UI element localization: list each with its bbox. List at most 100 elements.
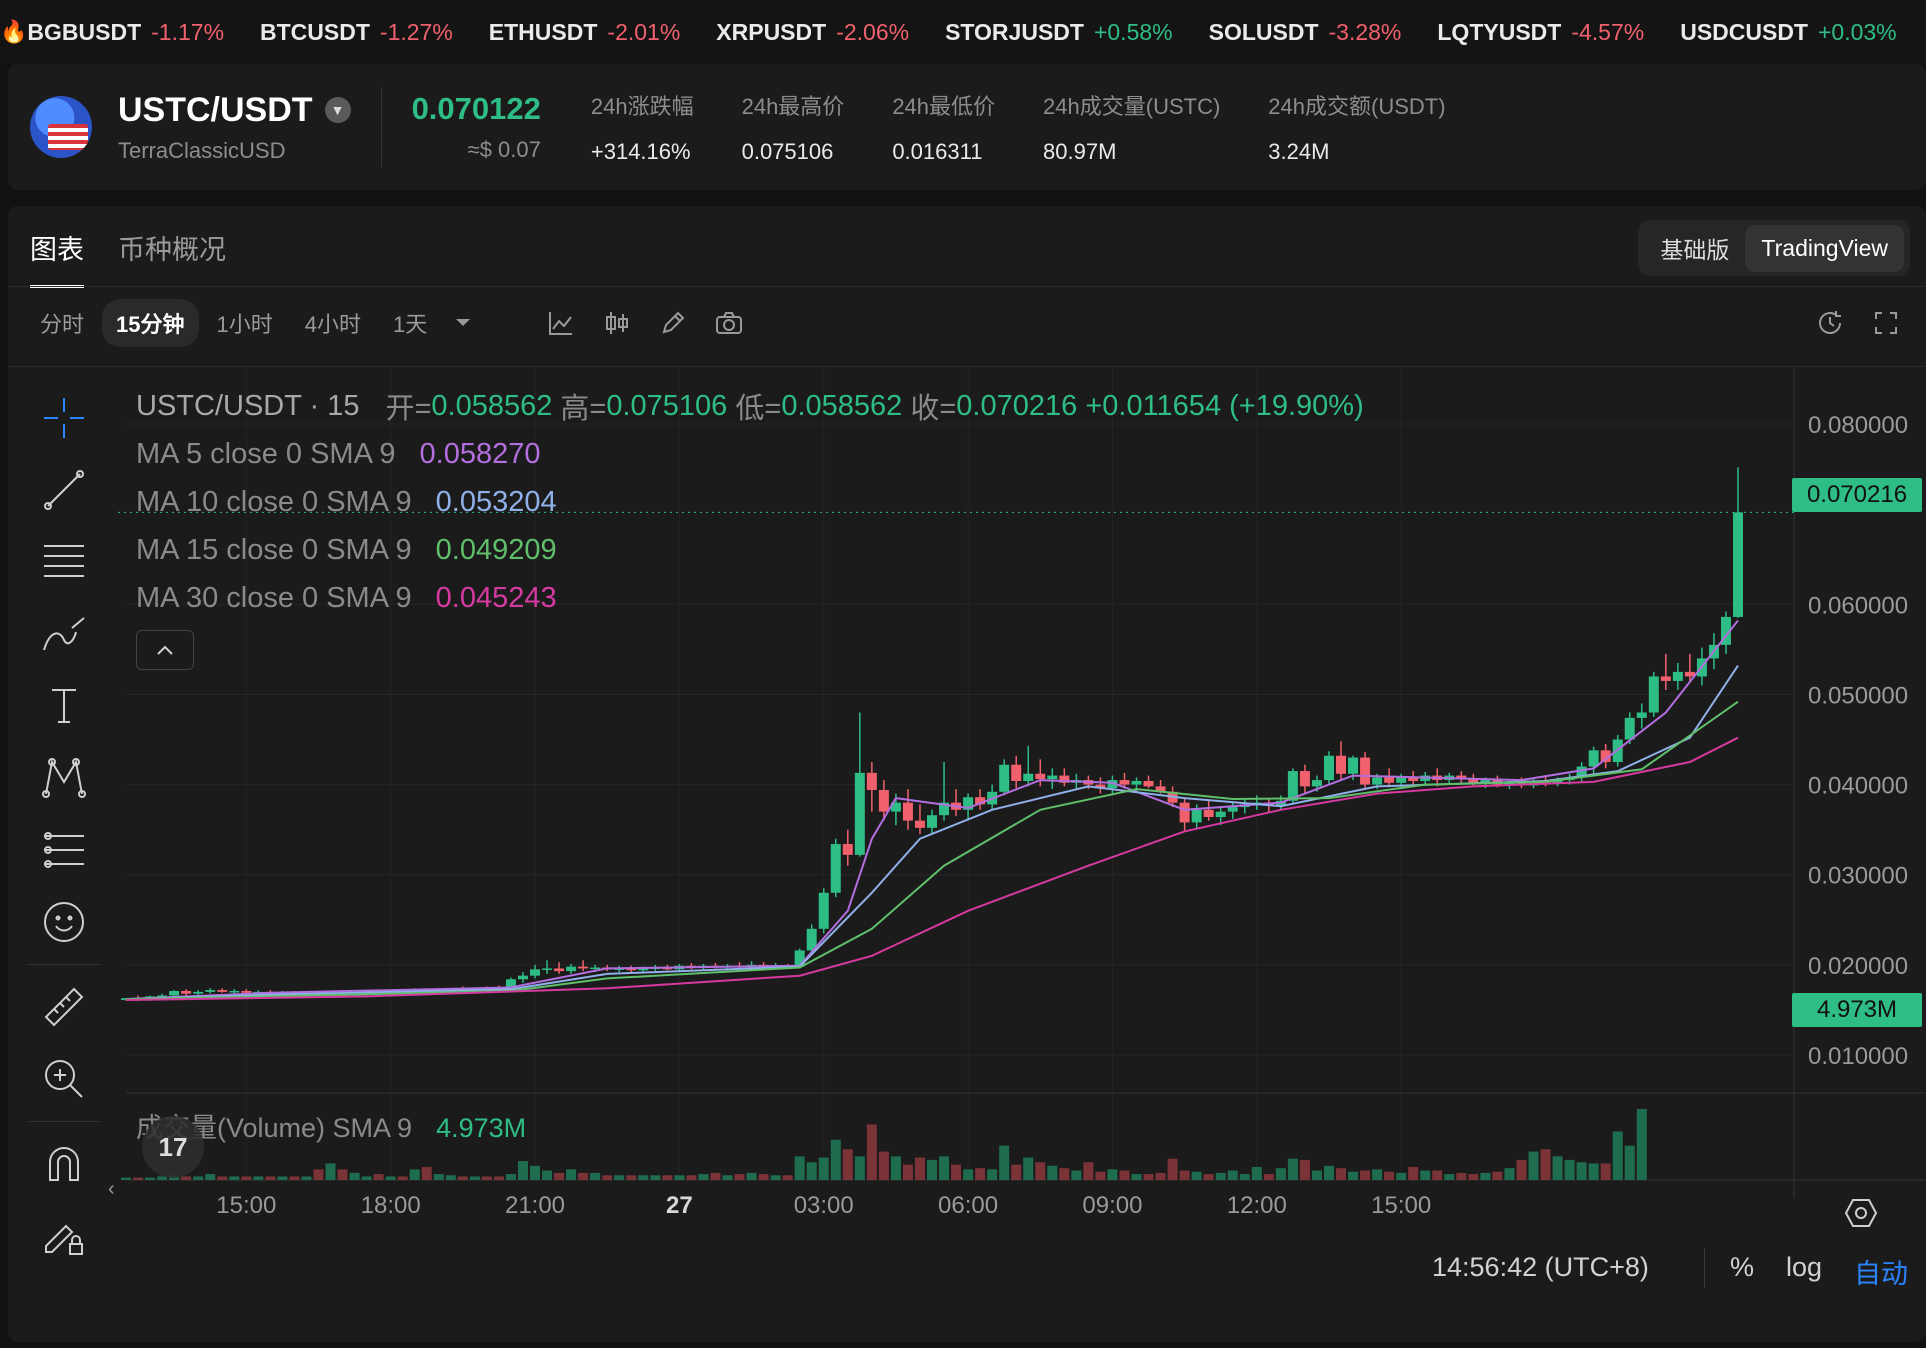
ticker-item[interactable]: USDCUSDT +0.03% bbox=[1680, 19, 1896, 46]
volume-bar bbox=[301, 1176, 312, 1180]
auto-scale-toggle[interactable]: 自动 bbox=[1854, 1252, 1908, 1291]
ticker-item[interactable]: ETHUSDT -2.01% bbox=[489, 19, 681, 46]
volume-bar bbox=[854, 1156, 865, 1180]
volume-bar bbox=[505, 1174, 516, 1180]
fullscreen-icon[interactable] bbox=[1866, 303, 1906, 343]
divider bbox=[28, 1121, 100, 1122]
candle-body bbox=[217, 990, 228, 992]
ruler-icon[interactable] bbox=[28, 971, 100, 1043]
ticker-symbol[interactable]: SOLUSDT bbox=[1209, 19, 1319, 46]
ma-legend-row: MA 5 close 0 SMA 9 0.058270 bbox=[136, 430, 1364, 478]
x-tick-label: 27 bbox=[666, 1192, 693, 1219]
ticker-item[interactable]: STORJUSDT +0.58% bbox=[945, 19, 1173, 46]
ma-value: 0.045243 bbox=[435, 581, 557, 614]
scroll-left-icon[interactable]: ‹ bbox=[108, 1178, 115, 1201]
volume-bar bbox=[770, 1175, 781, 1180]
ma-legend: MA 5 close 0 SMA 9 0.058270 MA 10 close 0 … bbox=[136, 430, 1364, 622]
y-tick-label: 0.030000 bbox=[1808, 863, 1908, 890]
brush-icon[interactable] bbox=[28, 598, 100, 670]
candle-body bbox=[914, 820, 925, 828]
interval-1d[interactable]: 1天 bbox=[379, 299, 441, 347]
high-label: 高= bbox=[560, 393, 607, 425]
stat-value: 3.24M bbox=[1268, 139, 1330, 164]
chevron-down-icon[interactable]: ▼ bbox=[324, 97, 351, 123]
interval-4h[interactable]: 4小时 bbox=[291, 299, 375, 347]
ticker-bar: 🔥 BGBUSDT -1.17% BTCUSDT -1.27% ETHUSDT -2.01… bbox=[0, 0, 1926, 64]
pencil-icon[interactable] bbox=[653, 303, 693, 343]
ticker-item[interactable]: LQTYUSDT -4.57% bbox=[1437, 19, 1644, 46]
fib-lines-icon[interactable] bbox=[28, 526, 100, 598]
last-price: 0.070122 bbox=[411, 91, 541, 126]
interval-1h[interactable]: 1小时 bbox=[203, 299, 287, 347]
volume-bar bbox=[638, 1175, 649, 1180]
prediction-icon[interactable] bbox=[28, 814, 100, 886]
crosshair-icon[interactable] bbox=[28, 382, 100, 454]
ticker-item[interactable]: BTCUSDT -1.27% bbox=[260, 19, 453, 46]
volume-bar bbox=[1552, 1156, 1563, 1180]
volume-bar bbox=[469, 1176, 480, 1180]
x-tick-label: 06:00 bbox=[938, 1192, 998, 1219]
candle-type-icon[interactable] bbox=[597, 303, 637, 343]
collapse-legend-button[interactable] bbox=[136, 630, 194, 670]
pattern-icon[interactable] bbox=[28, 742, 100, 814]
pair-selector[interactable]: USTC/USDT ▼ TerraClassicUSD bbox=[118, 91, 351, 164]
candle-body bbox=[1660, 676, 1671, 681]
magnet-icon[interactable] bbox=[28, 1128, 100, 1200]
chart-legend: USTC/USDT · 15 开= 0.058562 高= 0.075106 低= 0… bbox=[136, 382, 1364, 670]
zoom-in-icon[interactable] bbox=[28, 1043, 100, 1115]
tab-chart[interactable]: 图表 bbox=[30, 228, 84, 288]
volume-bar bbox=[542, 1170, 553, 1180]
emoji-icon[interactable] bbox=[28, 886, 100, 958]
volume-bar bbox=[842, 1149, 853, 1180]
ticker-symbol[interactable]: LQTYUSDT bbox=[1437, 19, 1561, 46]
interval-dropdown-icon[interactable] bbox=[443, 303, 483, 343]
ticker-symbol[interactable]: ETHUSDT bbox=[489, 19, 598, 46]
basic-view-button[interactable]: 基础版 bbox=[1644, 221, 1745, 275]
ticker-item[interactable]: XRPUSDT -2.06% bbox=[716, 19, 909, 46]
ticker-item[interactable]: BGBUSDT -1.17% bbox=[27, 19, 224, 46]
volume-bar bbox=[1095, 1171, 1106, 1180]
ticker-symbol[interactable]: STORJUSDT bbox=[945, 19, 1084, 46]
volume-bar bbox=[1540, 1149, 1551, 1180]
ma-value: 0.049209 bbox=[435, 533, 557, 566]
clock-display[interactable]: 14:56:42 (UTC+8) bbox=[1432, 1252, 1649, 1283]
percent-scale-toggle[interactable]: % bbox=[1730, 1252, 1754, 1283]
text-tool-icon[interactable] bbox=[28, 670, 100, 742]
settings-gear-icon[interactable] bbox=[1844, 1196, 1878, 1235]
volume-bar bbox=[602, 1175, 613, 1180]
close-value: 0.070216 bbox=[956, 389, 1078, 422]
x-tick-label: 18:00 bbox=[361, 1192, 421, 1219]
volume-bar bbox=[951, 1164, 962, 1180]
ticker-item[interactable]: SOLUSDT -3.28% bbox=[1209, 19, 1402, 46]
tab-coin-overview[interactable]: 币种概况 bbox=[118, 228, 226, 288]
volume-bar bbox=[1348, 1171, 1359, 1180]
volume-bar bbox=[1047, 1165, 1058, 1180]
replay-clock-icon[interactable] bbox=[1810, 303, 1850, 343]
candle-body bbox=[902, 802, 913, 821]
tradingview-button[interactable]: TradingView bbox=[1745, 224, 1904, 272]
low-label: 低= bbox=[735, 393, 782, 425]
candle-body bbox=[1311, 780, 1322, 787]
trend-line-icon[interactable] bbox=[28, 454, 100, 526]
volume-bar bbox=[566, 1169, 577, 1180]
stat-item: 24h成交量(USTC) 80.97M bbox=[1043, 89, 1220, 165]
interval-15m[interactable]: 15分钟 bbox=[102, 299, 199, 347]
volume-bar bbox=[1492, 1171, 1503, 1180]
camera-icon[interactable] bbox=[709, 303, 749, 343]
indicator-chart-icon[interactable] bbox=[541, 303, 581, 343]
volume-bar bbox=[914, 1157, 925, 1180]
ticker-symbol[interactable]: BTCUSDT bbox=[260, 19, 370, 46]
volume-bar bbox=[1504, 1168, 1515, 1180]
interval-timeline[interactable]: 分时 bbox=[26, 299, 98, 347]
ticker-symbol[interactable]: USDCUSDT bbox=[1680, 19, 1808, 46]
volume-bar bbox=[517, 1161, 528, 1180]
ticker-symbol[interactable]: XRPUSDT bbox=[716, 19, 826, 46]
pair-name[interactable]: USTC/USDT bbox=[118, 91, 313, 130]
volume-bar bbox=[337, 1169, 348, 1180]
ma-line bbox=[125, 736, 1739, 1001]
ticker-symbol[interactable]: BGBUSDT bbox=[27, 19, 141, 46]
high-value: 0.075106 bbox=[606, 389, 728, 422]
candle-body bbox=[1119, 780, 1130, 785]
volume-bar bbox=[722, 1175, 733, 1180]
log-scale-toggle[interactable]: log bbox=[1786, 1252, 1822, 1283]
